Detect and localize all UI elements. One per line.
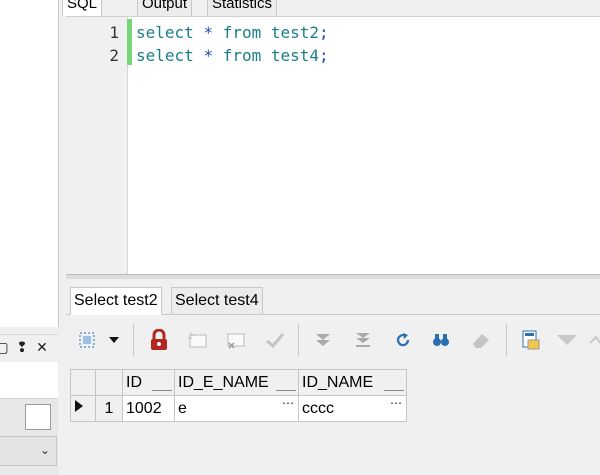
code-line[interactable]: select * from test2;: [136, 23, 329, 42]
dropdown-arrow-icon[interactable]: [103, 325, 125, 355]
current-row-icon: [75, 400, 83, 412]
column-header-label: ID: [126, 373, 142, 391]
tab-output[interactable]: Output: [137, 0, 193, 16]
toolbar-separator: [133, 324, 134, 356]
restore-icon[interactable]: ▢: [0, 339, 10, 357]
lock-icon[interactable]: [146, 325, 172, 355]
ellipsis-icon[interactable]: ⋯: [390, 396, 403, 410]
find-icon[interactable]: [428, 325, 454, 355]
tab-select-test4-label: Select test4: [175, 292, 259, 309]
grid-header-row: ID ID_E_NAME ID_NAME: [70, 369, 407, 396]
tab-select-test4[interactable]: Select test4: [171, 287, 263, 315]
close-icon[interactable]: ✕: [34, 339, 50, 357]
cell-id[interactable]: 1002: [122, 395, 175, 422]
row-number: 1: [95, 395, 123, 422]
line-number: 1: [109, 23, 119, 42]
sql-editor[interactable]: 1 2 select * from test2; select * from t…: [66, 16, 600, 275]
next-page-icon[interactable]: [310, 325, 336, 355]
grid-corner: [70, 369, 96, 396]
cell-value: cccc: [302, 399, 334, 417]
column-header-label: ID_E_NAME: [178, 373, 269, 391]
changed-lines-marker: [127, 19, 132, 65]
left-panel-combo[interactable]: ⌄: [0, 436, 57, 466]
left-panel-checkbox[interactable]: [25, 404, 51, 430]
grid-row-number-header: [95, 369, 123, 396]
results-panel: Select test2 Select test4 ID ID_E_NAME I…: [66, 279, 600, 475]
column-header-id-e-name[interactable]: ID_E_NAME: [174, 369, 299, 396]
last-page-icon[interactable]: [350, 325, 376, 355]
editor-gutter: 1 2: [66, 17, 128, 275]
code-line[interactable]: select * from test4;: [136, 46, 329, 65]
filter-icon[interactable]: [554, 325, 580, 355]
delete-row-icon[interactable]: [223, 325, 249, 355]
cell-value: e: [178, 399, 187, 417]
row-indicator[interactable]: [70, 395, 96, 422]
cell-id-name[interactable]: cccc ⋯: [298, 395, 407, 422]
table-row[interactable]: 1 1002 e ⋯ cccc ⋯: [70, 395, 407, 422]
column-header-label: ID_NAME: [302, 373, 374, 391]
column-header-id-name[interactable]: ID_NAME: [298, 369, 407, 396]
more-icon[interactable]: [588, 325, 600, 355]
select-rows-icon[interactable]: [74, 325, 100, 355]
refresh-icon[interactable]: [390, 325, 416, 355]
tab-select-test2[interactable]: Select test2: [70, 287, 162, 315]
column-sort-icon[interactable]: [384, 380, 404, 391]
confirm-icon[interactable]: [262, 325, 288, 355]
eraser-icon[interactable]: [468, 325, 494, 355]
tab-sql[interactable]: SQL: [62, 0, 103, 16]
toolbar-separator: [298, 324, 299, 356]
left-tree-area: [0, 0, 59, 327]
cell-id-e-name[interactable]: e ⋯: [174, 395, 299, 422]
column-sort-icon[interactable]: [276, 380, 296, 391]
toolbar-separator: [506, 324, 507, 356]
tab-select-test2-label: Select test2: [74, 292, 158, 309]
left-panel: ▢ ❢ ✕ ⌄: [0, 0, 59, 475]
tab-sql-label: SQL: [67, 0, 98, 12]
column-header-id[interactable]: ID: [122, 369, 175, 396]
export-icon[interactable]: [518, 325, 544, 355]
tab-statistics-label: Statistics: [212, 0, 273, 12]
column-sort-icon[interactable]: [152, 380, 172, 391]
insert-row-icon[interactable]: [185, 325, 211, 355]
chevron-down-icon: ⌄: [39, 443, 50, 457]
line-number: 2: [109, 46, 119, 65]
tab-output-label: Output: [142, 0, 188, 12]
ellipsis-icon[interactable]: ⋯: [282, 396, 295, 410]
pin-icon[interactable]: ❢: [14, 339, 30, 357]
left-panel-header: ▢ ❢ ✕: [0, 334, 58, 363]
left-panel-content: [0, 362, 58, 399]
editor-tab-strip: SQL Output Statistics: [60, 0, 600, 16]
tab-statistics[interactable]: Statistics: [207, 0, 278, 16]
result-grid: ID ID_E_NAME ID_NAME 1 1002 e ⋯ cccc ⋯: [70, 369, 407, 422]
